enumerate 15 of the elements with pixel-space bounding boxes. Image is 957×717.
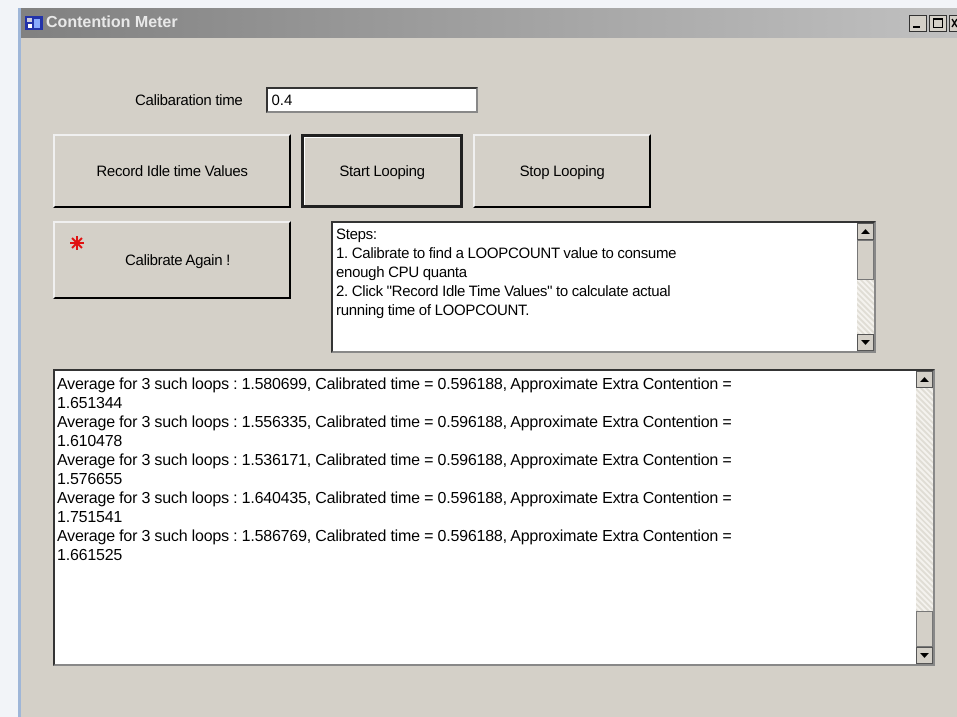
calibrate-button[interactable]: Calibrate Again ! [53,221,291,299]
action-button[interactable]: Stop Looping [473,134,651,208]
step-text: Steps: [336,225,378,244]
window-title: Contention Meter [46,14,178,32]
log-entry: Average for 3 such loops : 1.536171, Calibrated time = 0.596188, Approximate Extra Contention = 1.576655 [57,451,732,489]
calibration-field[interactable]: 0.4 [266,87,478,113]
calibration-label: Calibaration time [135,92,242,108]
log-entry: Average for 3 such loops : 1.640435, Calibrated time = 0.596188, Approximate Extra Contention = 1.751541 [57,489,732,527]
step-text: 2. Click "Record Idle Time Values" to calculate actual running time of LOOPCOUNT. [336,282,672,320]
log-entry: Average for 3 such loops : 1.580699, Calibrated time = 0.596188, Approximate Extra Contention = 1.651344 [57,375,732,413]
action-button[interactable]: Record Idle time Values [53,134,291,208]
log-entry: Average for 3 such loops : 1.586769, Calibrated time = 0.596188, Approximate Extra Contention = 1.661525 [57,527,732,565]
action-button[interactable]: Start Looping [301,134,463,208]
step-text: 1. Calibrate to find a LOOPCOUNT value to consume enough CPU quanta [336,244,678,282]
log-entry: Average for 3 such loops : 1.556335, Calibrated time = 0.596188, Approximate Extra Contention = 1.610478 [57,413,732,451]
